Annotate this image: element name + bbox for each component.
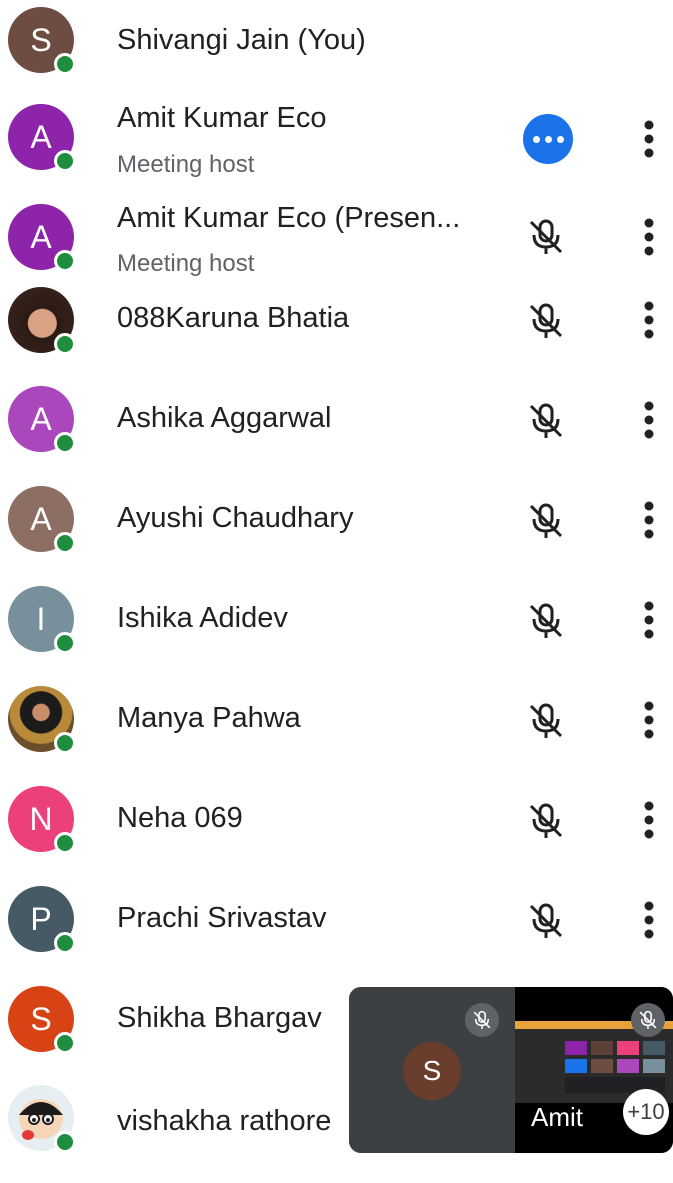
participant-name: Ishika Adidev	[117, 602, 288, 634]
presenter-tile[interactable]: Amit +10	[515, 987, 673, 1153]
avatar: A	[8, 486, 76, 554]
participant-name: Amit Kumar Eco (Presen...	[117, 202, 461, 234]
mic-off-icon	[631, 1003, 665, 1037]
participant-row[interactable]: A Amit Kumar Eco Meeting host	[0, 82, 673, 180]
mic-off-icon	[529, 403, 563, 438]
self-avatar: S	[403, 1042, 461, 1100]
more-options-icon[interactable]	[637, 500, 661, 540]
mic-off-icon	[529, 803, 563, 838]
participant-name: Shivangi Jain (You)	[117, 24, 366, 56]
presenter-label: Amit	[531, 1102, 583, 1132]
participant-name: Shikha Bhargav	[117, 1002, 322, 1034]
picture-in-picture[interactable]: S Amit +10	[349, 987, 673, 1153]
more-options-icon[interactable]	[637, 119, 661, 159]
more-options-icon[interactable]	[637, 700, 661, 740]
avatar: S	[8, 986, 76, 1054]
avatar: I	[8, 586, 76, 654]
mic-off-icon	[529, 703, 563, 738]
more-options-icon[interactable]	[637, 800, 661, 840]
mic-off-icon	[529, 303, 563, 338]
avatar: A	[8, 204, 76, 272]
participant-name: Prachi Srivastav	[117, 902, 327, 934]
participant-row[interactable]: I Ishika Adidev	[0, 583, 673, 683]
online-indicator	[54, 932, 76, 954]
more-options-icon[interactable]	[637, 900, 661, 940]
mic-off-icon	[529, 903, 563, 938]
host-label: Meeting host	[117, 151, 255, 178]
online-indicator	[54, 832, 76, 854]
online-indicator	[54, 432, 76, 454]
participant-name: Manya Pahwa	[117, 702, 301, 734]
participant-row[interactable]: N Neha 069	[0, 783, 673, 883]
mic-off-icon	[465, 1003, 499, 1037]
participant-row[interactable]: A Ayushi Chaudhary	[0, 483, 673, 583]
participant-name: Neha 069	[117, 802, 243, 834]
online-indicator	[54, 732, 76, 754]
online-indicator	[54, 150, 76, 172]
participant-row[interactable]: 088Karuna Bhatia	[0, 283, 673, 383]
more-options-icon[interactable]	[637, 600, 661, 640]
online-indicator	[54, 1131, 76, 1153]
participant-name: Ashika Aggarwal	[117, 402, 332, 434]
online-indicator	[54, 250, 76, 272]
mic-off-icon	[529, 219, 563, 254]
avatar: A	[8, 386, 76, 454]
participant-name: Amit Kumar Eco	[117, 102, 327, 134]
more-options-icon[interactable]	[637, 217, 661, 257]
avatar	[8, 1085, 76, 1153]
avatar: A	[8, 104, 76, 172]
online-indicator	[54, 632, 76, 654]
avatar: S	[8, 7, 76, 75]
online-indicator	[54, 532, 76, 554]
avatar	[8, 287, 76, 355]
participant-row[interactable]: P Prachi Srivastav	[0, 883, 673, 983]
self-tile[interactable]: S	[349, 987, 515, 1153]
online-indicator	[54, 53, 76, 75]
more-options-icon[interactable]	[637, 400, 661, 440]
more-participants-badge[interactable]: +10	[623, 1089, 669, 1135]
more-options-icon[interactable]	[637, 300, 661, 340]
online-indicator	[54, 333, 76, 355]
mic-off-icon	[529, 603, 563, 638]
online-indicator	[54, 1032, 76, 1054]
participant-row[interactable]: S Shivangi Jain (You)	[0, 0, 673, 82]
avatar	[8, 686, 76, 754]
participant-name: vishakha rathore	[117, 1105, 332, 1137]
participant-row[interactable]: A Amit Kumar Eco (Presen... Meeting host	[0, 180, 673, 283]
participant-name: 088Karuna Bhatia	[117, 302, 350, 334]
participant-row[interactable]: A Ashika Aggarwal	[0, 383, 673, 483]
host-label: Meeting host	[117, 250, 255, 277]
participant-name: Ayushi Chaudhary	[117, 502, 354, 534]
participant-row[interactable]: Manya Pahwa	[0, 683, 673, 783]
mic-off-icon	[529, 503, 563, 538]
avatar: P	[8, 886, 76, 954]
avatar: N	[8, 786, 76, 854]
host-controls-button[interactable]	[523, 114, 573, 164]
